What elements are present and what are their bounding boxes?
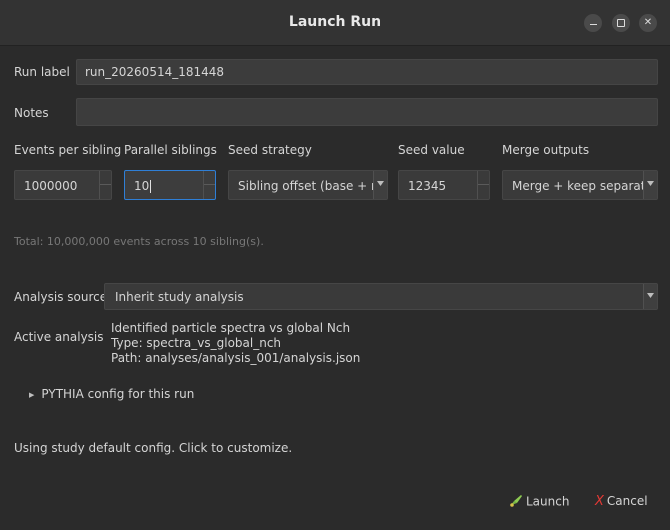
window-title: Launch Run bbox=[288, 14, 382, 30]
seed-value-stepper[interactable] bbox=[477, 171, 489, 199]
events-per-sibling-value: 1000000 bbox=[24, 179, 78, 193]
minimize-button[interactable] bbox=[584, 14, 602, 32]
text-caret bbox=[150, 180, 152, 193]
run-label-value: run_20260514_181448 bbox=[85, 65, 225, 79]
merge-outputs-combobox[interactable]: Merge + keep separate bbox=[502, 170, 658, 200]
launch-label: Launch bbox=[526, 494, 570, 509]
parallel-siblings-spinbox[interactable]: 10 bbox=[124, 170, 216, 200]
merge-outputs-dropdown-button[interactable] bbox=[643, 171, 657, 199]
events-per-sibling-stepper[interactable] bbox=[99, 171, 111, 199]
events-per-sibling-spinbox[interactable]: 1000000 bbox=[14, 170, 112, 200]
notes-label: Notes bbox=[14, 106, 49, 120]
events-summary: Total: 10,000,000 events across 10 sibli… bbox=[14, 235, 264, 248]
seed-value-value: 12345 bbox=[408, 179, 447, 193]
cancel-label: Cancel bbox=[606, 494, 648, 508]
analysis-source-dropdown-button[interactable] bbox=[643, 284, 657, 309]
seed-strategy-label: Seed strategy bbox=[228, 143, 312, 157]
parallel-siblings-stepper[interactable] bbox=[203, 171, 215, 199]
notes-input[interactable] bbox=[76, 98, 658, 126]
active-analysis-label: Active analysis bbox=[14, 330, 104, 344]
x-icon: X bbox=[595, 494, 604, 509]
title-bar: Launch Run ✕ bbox=[0, 0, 670, 46]
maximize-button[interactable] bbox=[612, 14, 630, 32]
seed-strategy-dropdown-button[interactable] bbox=[373, 171, 387, 199]
merge-outputs-value: Merge + keep separate bbox=[512, 179, 653, 193]
analysis-source-combobox[interactable]: Inherit study analysis bbox=[104, 283, 658, 310]
cancel-button[interactable]: X Cancel bbox=[595, 494, 648, 509]
parallel-siblings-value: 10 bbox=[134, 179, 150, 193]
triangle-right-icon: ▶ bbox=[29, 390, 35, 399]
seed-value-spinbox[interactable]: 12345 bbox=[398, 170, 490, 200]
active-analysis-type: Type: spectra_vs_global_nch bbox=[111, 336, 282, 350]
chevron-down-icon bbox=[647, 293, 654, 298]
launch-run-dialog: Launch Run ✕ Run label run_20260514_1814… bbox=[0, 0, 670, 530]
seed-strategy-value: Sibling offset (base + n) bbox=[238, 179, 384, 193]
chevron-down-icon bbox=[377, 181, 384, 186]
rocket-icon bbox=[509, 494, 523, 510]
minimize-icon bbox=[589, 23, 597, 25]
analysis-source-label: Analysis source bbox=[14, 290, 108, 304]
pythia-config-label: PYTHIA config for this run bbox=[41, 387, 195, 401]
active-analysis-details: Identified particle spectra vs global Nc… bbox=[111, 321, 360, 366]
active-analysis-path: Path: analyses/analysis_001/analysis.jso… bbox=[111, 351, 361, 365]
close-button[interactable]: ✕ bbox=[639, 14, 657, 32]
chevron-down-icon bbox=[647, 181, 654, 186]
maximize-icon bbox=[617, 19, 625, 27]
events-per-sibling-label: Events per sibling bbox=[14, 143, 122, 157]
config-status-link[interactable]: Using study default config. Click to cus… bbox=[14, 441, 292, 455]
run-label-label: Run label bbox=[14, 65, 70, 79]
run-label-input[interactable]: run_20260514_181448 bbox=[76, 59, 658, 85]
parallel-siblings-label: Parallel siblings bbox=[124, 143, 217, 157]
active-analysis-name: Identified particle spectra vs global Nc… bbox=[111, 321, 351, 335]
close-icon: ✕ bbox=[643, 17, 653, 28]
pythia-config-toggle[interactable]: ▶ PYTHIA config for this run bbox=[29, 387, 194, 401]
seed-strategy-combobox[interactable]: Sibling offset (base + n) bbox=[228, 170, 388, 200]
launch-button[interactable]: Launch bbox=[509, 494, 569, 510]
merge-outputs-label: Merge outputs bbox=[502, 143, 590, 157]
analysis-source-value: Inherit study analysis bbox=[115, 290, 244, 304]
seed-value-label: Seed value bbox=[398, 143, 465, 157]
